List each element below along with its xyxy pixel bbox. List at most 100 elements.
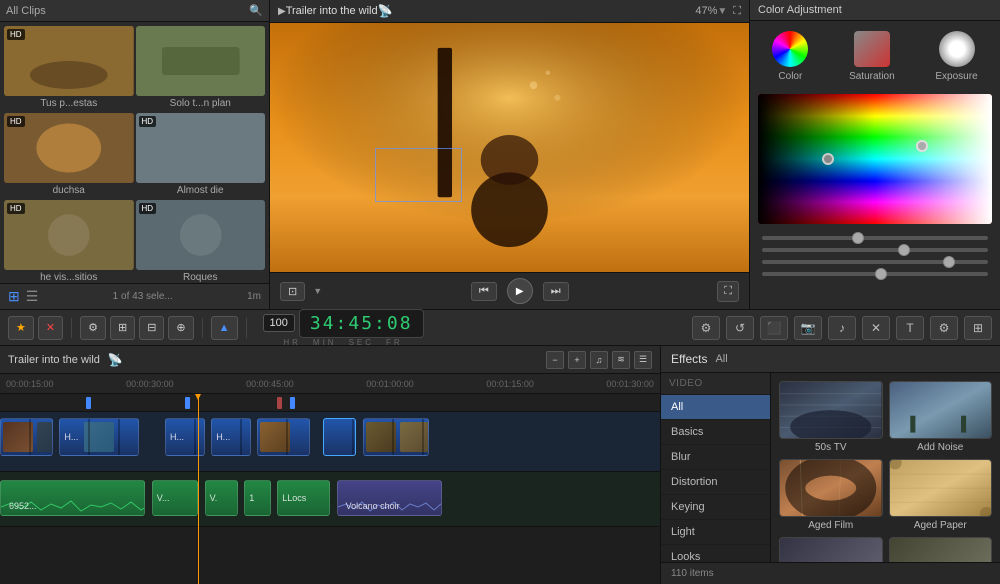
more-button[interactable]: ⊕ xyxy=(168,316,193,340)
time-mark-4: 00:01:15:00 xyxy=(486,379,534,389)
effects-header: Effects All xyxy=(661,346,1000,373)
timecode-value: 34:45:08 xyxy=(310,313,413,334)
playhead xyxy=(198,394,199,584)
effect-label-agedfilm: Aged Film xyxy=(808,520,853,531)
timeline-timebar: 00:00:15:00 00:00:30:00 00:00:45:00 00:0… xyxy=(0,374,660,394)
effect-thumb-50stv xyxy=(779,381,883,439)
timeline-zoom-in-btn[interactable]: + xyxy=(568,351,586,369)
color-tool-color[interactable]: Color xyxy=(772,31,808,82)
effects-body: VIDEO All Basics Blur Distortion Keying … xyxy=(661,373,1000,562)
video-clip-4[interactable]: H... xyxy=(211,418,251,456)
effects-category-all[interactable]: All xyxy=(661,395,770,420)
filmstrip-1 xyxy=(1,419,52,455)
effects-category-distortion[interactable]: Distortion xyxy=(661,470,770,495)
effect-thumb-agedpaper xyxy=(889,459,993,517)
clip-thumbnail-0: HD xyxy=(4,26,134,96)
color-tool-exposure[interactable]: Exposure xyxy=(935,31,977,82)
effect-extra-2[interactable] xyxy=(889,537,993,562)
effects-category-looks[interactable]: Looks xyxy=(661,545,770,562)
video-clip-5[interactable] xyxy=(257,418,310,456)
timeline-zoom-out-btn[interactable]: − xyxy=(546,351,564,369)
filmstrip-6 xyxy=(324,419,355,455)
effects-category-light[interactable]: Light xyxy=(661,520,770,545)
list-view-icon[interactable]: ☰ xyxy=(26,288,39,305)
slider-track-4[interactable] xyxy=(762,272,988,276)
video-clip-4-label: H... xyxy=(212,432,234,442)
video-clip-3-label: H... xyxy=(166,432,188,442)
undo-button[interactable]: ↺ xyxy=(726,316,754,340)
timeline-more-btn[interactable]: ☰ xyxy=(634,351,652,369)
effects-category-blur[interactable]: Blur xyxy=(661,445,770,470)
grid-button[interactable]: ⊞ xyxy=(964,316,992,340)
clip-item-2[interactable]: HDduchsa xyxy=(4,113,134,198)
preview-title: Trailer into the wild xyxy=(286,5,378,17)
slider-row-1 xyxy=(762,236,988,240)
video-button[interactable]: ⬛ xyxy=(760,316,788,340)
prev-frame-button[interactable]: ⏮ xyxy=(471,282,497,301)
preview-toolbar: ▶ Trailer into the wild 📡 47% ▼ ⛶ xyxy=(270,0,749,23)
video-clip-2[interactable]: H... xyxy=(59,418,138,456)
video-clip-7[interactable] xyxy=(363,418,429,456)
favorite-button[interactable]: ★ xyxy=(8,316,34,340)
color-tool-saturation[interactable]: Saturation xyxy=(849,31,895,82)
clip-item-4[interactable]: HDhe vis...sitios xyxy=(4,200,134,283)
slider-thumb-4[interactable] xyxy=(875,268,887,280)
audio-clip-4[interactable]: 1 xyxy=(244,480,270,516)
clip-item-3[interactable]: HDAlmost die xyxy=(136,113,266,198)
effect-agedpaper[interactable]: Aged Paper xyxy=(889,459,993,531)
clip-item-1[interactable]: Solo t...n plan xyxy=(136,26,266,111)
grid-view-icon[interactable]: ⊞ xyxy=(8,288,20,305)
audio-clip-6[interactable]: Volcano choir xyxy=(337,480,443,516)
fit-dropdown-icon[interactable]: ▼ xyxy=(313,286,322,296)
effects-category-basics[interactable]: Basics xyxy=(661,420,770,445)
audio-clip-2[interactable]: V... xyxy=(152,480,198,516)
audio-clip-5[interactable]: LLocs xyxy=(277,480,330,516)
music-button[interactable]: ♪ xyxy=(828,316,856,340)
close-button[interactable]: ✕ xyxy=(862,316,890,340)
video-clip-6[interactable] xyxy=(323,418,356,456)
effects-all-btn[interactable]: All xyxy=(715,353,727,365)
timeline-audio-btn[interactable]: ♫ xyxy=(590,351,608,369)
audio-clip-5-label: LLocs xyxy=(278,493,310,503)
effects-category-keying[interactable]: Keying xyxy=(661,495,770,520)
text-button[interactable]: T xyxy=(896,316,924,340)
effects-grid: 50s TV xyxy=(771,373,1000,562)
marker-blue-3 xyxy=(290,397,295,409)
clip-item-5[interactable]: HDRoques xyxy=(136,200,266,283)
toolbar-divider-3 xyxy=(246,318,247,338)
next-frame-button[interactable]: ⏭ xyxy=(543,282,569,301)
search-icon: 🔍 xyxy=(249,4,263,17)
photo-button[interactable]: 📷 xyxy=(794,316,822,340)
effect-addnoise[interactable]: Add Noise xyxy=(889,381,993,453)
video-clip-1[interactable] xyxy=(0,418,53,456)
slider-track-1[interactable] xyxy=(762,236,988,240)
clip-connect-button[interactable]: ⊞ xyxy=(110,316,135,340)
timeline-waveform-btn[interactable]: ≋ xyxy=(612,351,630,369)
tools-button[interactable]: ⚙ xyxy=(80,316,106,340)
color-gradient-area[interactable] xyxy=(758,94,992,224)
effect-extra-1[interactable] xyxy=(779,537,883,562)
effect-agedfilm[interactable]: Aged Film xyxy=(779,459,883,531)
timeline-controls-right: − + ♫ ≋ ☰ xyxy=(546,351,652,369)
select-tool-button[interactable]: ▲ xyxy=(211,316,238,340)
slider-thumb-1[interactable] xyxy=(852,232,864,244)
transform-button[interactable]: ⊟ xyxy=(139,316,164,340)
preview-icon: ▶ xyxy=(278,6,286,17)
slider-thumb-2[interactable] xyxy=(898,244,910,256)
slider-track-3[interactable] xyxy=(762,260,988,264)
slider-track-2[interactable] xyxy=(762,248,988,252)
wrench-button[interactable]: ⚙ xyxy=(692,316,720,340)
timecode-display: 34:45:08 xyxy=(299,309,424,338)
zoom-dropdown-icon[interactable]: ▼ xyxy=(717,6,727,17)
slider-thumb-3[interactable] xyxy=(943,256,955,268)
play-button[interactable]: ▶ xyxy=(507,278,533,304)
fit-button[interactable]: ⊡ xyxy=(280,282,305,301)
fullscreen-button[interactable]: ⛶ xyxy=(717,281,739,302)
effect-50stv[interactable]: 50s TV xyxy=(779,381,883,453)
reject-button[interactable]: ✕ xyxy=(38,316,63,340)
audio-clip-1[interactable]: 6952... xyxy=(0,480,145,516)
audio-clip-3[interactable]: V. xyxy=(205,480,238,516)
clip-item-0[interactable]: HDTus p...estas xyxy=(4,26,134,111)
settings-button[interactable]: ⚙ xyxy=(930,316,958,340)
fullscreen-icon[interactable]: ⛶ xyxy=(733,5,741,18)
